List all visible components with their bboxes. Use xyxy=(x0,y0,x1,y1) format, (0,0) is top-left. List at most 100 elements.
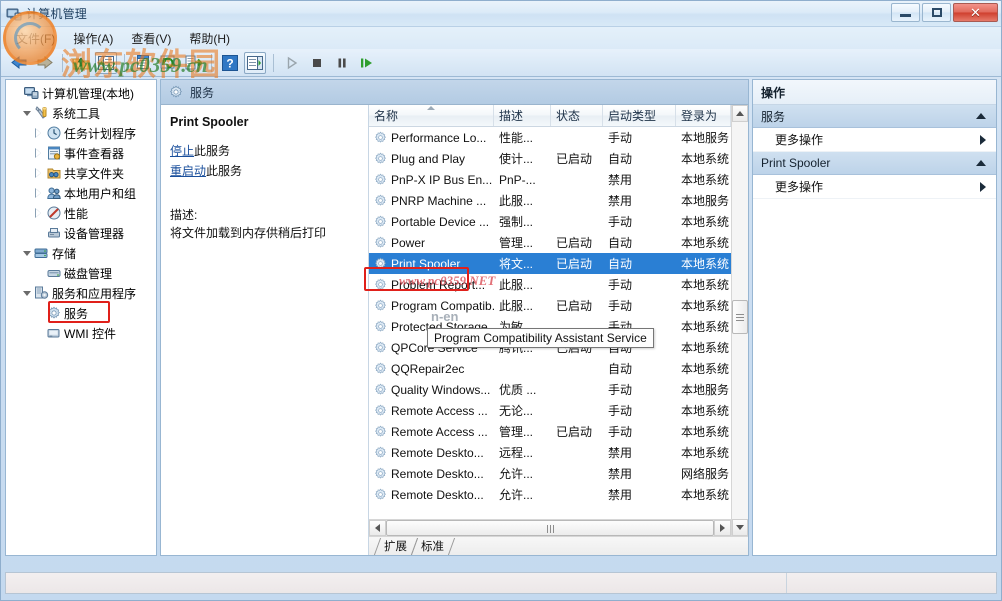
service-gear-icon xyxy=(374,194,387,207)
scroll-up-button[interactable] xyxy=(732,105,748,122)
cell-startup: 自动 xyxy=(603,150,676,167)
actions-group-print-spooler[interactable]: Print Spooler xyxy=(753,152,996,175)
tree-item-label: 任务计划程序 xyxy=(62,125,138,142)
tree-item-shared-folders[interactable]: 共享文件夹 xyxy=(8,163,156,183)
column-header-startup-type[interactable]: 启动类型 xyxy=(603,105,676,126)
service-gear-icon xyxy=(374,446,387,459)
back-button[interactable] xyxy=(8,52,30,74)
maximize-button[interactable] xyxy=(922,3,951,22)
tree-expander-closed[interactable] xyxy=(32,149,45,157)
cell-startup: 手动 xyxy=(603,402,676,419)
start-service-button[interactable] xyxy=(281,52,303,74)
cell-name: Remote Deskto... xyxy=(369,488,494,502)
restart-service-button[interactable] xyxy=(356,52,378,74)
hscroll-track[interactable] xyxy=(386,520,714,536)
table-row[interactable]: Performance Lo...性能...手动本地服务 xyxy=(369,127,731,148)
minimize-button[interactable] xyxy=(891,3,920,22)
tree-expander-closed[interactable] xyxy=(32,169,45,177)
tree-item-label: 性能 xyxy=(62,205,90,222)
table-row[interactable]: Power管理...已启动自动本地系统 xyxy=(369,232,731,253)
table-row[interactable]: PnP-X IP Bus En...PnP-...禁用本地系统 xyxy=(369,169,731,190)
tree-expander-open[interactable] xyxy=(20,251,33,256)
service-gear-icon xyxy=(374,215,387,228)
actions-more-actions-services[interactable]: 更多操作 xyxy=(753,128,996,152)
vscroll-thumb[interactable] xyxy=(732,300,748,334)
storage-icon xyxy=(33,246,50,260)
tree-expander-open[interactable] xyxy=(20,291,33,296)
column-header-status[interactable]: 状态 xyxy=(551,105,603,126)
tree-item-system-tools[interactable]: 系统工具 xyxy=(8,103,156,123)
tree-item-local-users-groups[interactable]: 本地用户和组 xyxy=(8,183,156,203)
table-row[interactable]: PNRP Machine ...此服...禁用本地服务 xyxy=(369,190,731,211)
scroll-down-button[interactable] xyxy=(732,519,748,536)
tree-item-disk-management[interactable]: 磁盘管理 xyxy=(8,263,156,283)
service-name-label: Plug and Play xyxy=(391,152,465,166)
table-row[interactable]: Remote Deskto...允许...禁用网络服务 xyxy=(369,463,731,484)
tree-item-storage[interactable]: 存储 xyxy=(8,243,156,263)
horizontal-scrollbar[interactable] xyxy=(369,519,731,536)
menu-action[interactable]: 操作(A) xyxy=(64,28,122,49)
cell-name: QQRepair2ec xyxy=(369,362,494,376)
menu-view[interactable]: 查看(V) xyxy=(122,28,180,49)
actions-group-services[interactable]: 服务 xyxy=(753,105,996,128)
cell-startup: 禁用 xyxy=(603,486,676,503)
show-hide-console-tree-button[interactable] xyxy=(95,52,117,74)
table-row[interactable]: Plug and Play使计...已启动自动本地系统 xyxy=(369,148,731,169)
wmi-icon xyxy=(45,326,62,340)
properties-button[interactable] xyxy=(132,52,154,74)
tab-extended[interactable]: 扩展 xyxy=(377,538,414,555)
tree-item-services[interactable]: 服务 xyxy=(8,303,156,323)
table-row[interactable]: Remote Access ...无论...手动本地系统 xyxy=(369,400,731,421)
tab-standard[interactable]: 标准 xyxy=(414,538,451,555)
table-row[interactable]: QQRepair2ec自动本地系统 xyxy=(369,358,731,379)
tree-expander-closed[interactable] xyxy=(32,189,45,197)
vscroll-track[interactable] xyxy=(732,122,748,519)
tree-expander-open[interactable] xyxy=(20,111,33,116)
column-header-log-on-as[interactable]: 登录为 xyxy=(676,105,731,126)
vertical-scrollbar[interactable] xyxy=(731,105,748,536)
table-row[interactable]: Quality Windows...优质 ...手动本地服务 xyxy=(369,379,731,400)
stop-service-button[interactable] xyxy=(306,52,328,74)
tree-item-label: 服务和应用程序 xyxy=(50,285,138,302)
column-header-description[interactable]: 描述 xyxy=(494,105,551,126)
tree-item-wmi-control[interactable]: WMI 控件 xyxy=(8,323,156,343)
service-gear-icon xyxy=(374,404,387,417)
collapse-icon[interactable] xyxy=(976,160,986,166)
table-row[interactable]: Print Spooler将文...已启动自动本地系统 xyxy=(369,253,731,274)
stop-service-link[interactable]: 停止 xyxy=(170,144,194,158)
column-header-name[interactable]: 名称 xyxy=(369,105,494,126)
scroll-right-button[interactable] xyxy=(714,520,731,536)
export-list-button[interactable] xyxy=(182,52,204,74)
table-row[interactable]: Program Compatib...此服...已启动手动本地系统 xyxy=(369,295,731,316)
hscroll-thumb[interactable] xyxy=(386,520,714,536)
table-row[interactable]: Remote Access ...管理...已启动手动本地系统 xyxy=(369,421,731,442)
cell-name: Remote Deskto... xyxy=(369,446,494,460)
table-row[interactable]: Remote Deskto...远程...禁用本地系统 xyxy=(369,442,731,463)
actions-more-actions-print-spooler[interactable]: 更多操作 xyxy=(753,175,996,199)
tree-item-computer-management[interactable]: 计算机管理(本地) xyxy=(8,83,156,103)
tree-item-services-and-applications[interactable]: 服务和应用程序 xyxy=(8,283,156,303)
menu-file[interactable]: 文件(F) xyxy=(7,28,64,49)
collapse-icon[interactable] xyxy=(976,113,986,119)
tree-item-task-scheduler[interactable]: 任务计划程序 xyxy=(8,123,156,143)
close-button[interactable]: ✕ xyxy=(953,3,998,22)
restart-service-link[interactable]: 重启动 xyxy=(170,164,206,178)
show-hide-action-pane-button[interactable] xyxy=(244,52,266,74)
tree-item-event-viewer[interactable]: 事件查看器 xyxy=(8,143,156,163)
table-row[interactable]: Problem Report...此服...手动本地系统 xyxy=(369,274,731,295)
scroll-left-button[interactable] xyxy=(369,520,386,536)
table-row[interactable]: Portable Device ...强制...手动本地系统 xyxy=(369,211,731,232)
console-tree-pane[interactable]: 计算机管理(本地) 系统工具 xyxy=(5,79,157,556)
list-scroll-wrapper: 名称 描述 状态 启动类型 xyxy=(369,105,748,536)
up-one-level-button[interactable] xyxy=(70,52,92,74)
menu-help[interactable]: 帮助(H) xyxy=(180,28,239,49)
tree-expander-closed[interactable] xyxy=(32,209,45,217)
tree-item-performance[interactable]: 性能 xyxy=(8,203,156,223)
tree-expander-closed[interactable] xyxy=(32,129,45,137)
help-button[interactable]: ? xyxy=(219,52,241,74)
pause-service-button[interactable] xyxy=(331,52,353,74)
tree-item-device-manager[interactable]: 设备管理器 xyxy=(8,223,156,243)
refresh-button[interactable] xyxy=(157,52,179,74)
forward-button[interactable] xyxy=(33,52,55,74)
table-row[interactable]: Remote Deskto...允许...禁用本地系统 xyxy=(369,484,731,505)
